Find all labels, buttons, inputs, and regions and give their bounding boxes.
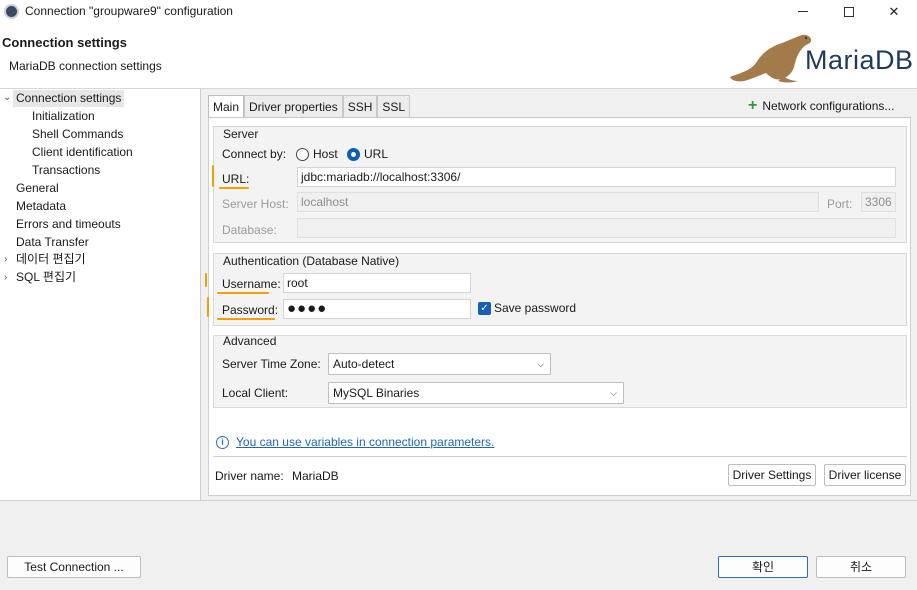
maximize-button[interactable] bbox=[826, 0, 872, 23]
driver-name-label: Driver name: bbox=[215, 469, 284, 483]
tree-item-sql-editor[interactable]: SQL 편집기 bbox=[16, 269, 76, 286]
port-label: Port: bbox=[827, 197, 853, 211]
url-input[interactable]: jdbc:mariadb://localhost:3306/ bbox=[297, 167, 896, 187]
window-title: Connection "groupware9" configuration bbox=[25, 4, 233, 18]
tree-item-metadata[interactable]: Metadata bbox=[16, 198, 66, 215]
server-time-zone-select[interactable]: Auto-detect ⌵ bbox=[328, 353, 551, 375]
url-radio[interactable] bbox=[347, 148, 360, 161]
annotation-mark bbox=[205, 273, 207, 287]
advanced-group-title: Advanced bbox=[223, 334, 277, 348]
local-client-label: Local Client: bbox=[222, 386, 289, 400]
password-input[interactable]: ●●●● bbox=[283, 299, 471, 319]
tree-item-errors-timeouts[interactable]: Errors and timeouts bbox=[16, 216, 121, 233]
close-icon: ✕ bbox=[888, 3, 900, 19]
divider bbox=[213, 456, 907, 457]
server-host-label: Server Host: bbox=[222, 197, 289, 211]
test-connection-button[interactable]: Test Connection ... bbox=[7, 556, 141, 578]
connect-by-label: Connect by: bbox=[222, 147, 287, 161]
app-icon bbox=[4, 4, 19, 19]
annotation-mark bbox=[207, 297, 209, 317]
tree-item-general[interactable]: General bbox=[16, 180, 59, 197]
annotation-underline bbox=[217, 318, 275, 320]
tab-driver-properties[interactable]: Driver properties bbox=[244, 95, 343, 117]
host-radio[interactable] bbox=[296, 148, 309, 161]
chevron-down-icon: ⌵ bbox=[537, 359, 544, 369]
tab-ssl[interactable]: SSL bbox=[377, 95, 411, 117]
chevron-down-icon[interactable]: ⌄ bbox=[3, 92, 11, 103]
maximize-icon bbox=[844, 6, 854, 17]
chevron-down-icon: ⌵ bbox=[610, 388, 617, 398]
tree-item-data-editor[interactable]: 데이터 편집기 bbox=[16, 251, 86, 268]
close-button[interactable]: ✕ bbox=[871, 0, 917, 23]
dialog-header: Connection settings MariaDB connection s… bbox=[0, 23, 917, 89]
server-time-zone-label: Server Time Zone: bbox=[222, 357, 321, 371]
plus-icon: + bbox=[748, 97, 758, 114]
password-label: Password: bbox=[222, 303, 279, 317]
driver-settings-button[interactable]: Driver Settings bbox=[728, 464, 816, 486]
local-client-select[interactable]: MySQL Binaries ⌵ bbox=[328, 382, 624, 404]
tree-item-initialization[interactable]: Initialization bbox=[32, 108, 95, 125]
network-configurations-button[interactable]: + Network configurations... bbox=[748, 97, 895, 114]
network-configurations-label: Network configurations... bbox=[762, 99, 895, 113]
logo-text: MariaDB bbox=[805, 45, 914, 75]
server-time-zone-value: Auto-detect bbox=[333, 357, 395, 371]
cancel-button[interactable]: 취소 bbox=[816, 556, 906, 578]
url-radio-label[interactable]: URL bbox=[364, 147, 388, 161]
local-client-value: MySQL Binaries bbox=[333, 386, 420, 400]
username-label: Username: bbox=[222, 277, 281, 291]
annotation-mark bbox=[212, 165, 214, 187]
tree-item-transactions[interactable]: Transactions bbox=[32, 162, 100, 179]
tree-item-data-transfer[interactable]: Data Transfer bbox=[16, 234, 89, 251]
tab-main[interactable]: Main bbox=[208, 95, 245, 119]
driver-name-value: MariaDB bbox=[292, 469, 339, 483]
annotation-underline bbox=[219, 187, 249, 189]
main-tab-panel: Server Connect by: Host URL URL: jdbc:ma… bbox=[205, 118, 911, 496]
tree-item-connection-settings[interactable]: Connection settings bbox=[13, 90, 125, 107]
url-label: URL: bbox=[222, 172, 250, 186]
username-input[interactable]: root bbox=[283, 273, 471, 293]
server-group-title: Server bbox=[223, 127, 259, 141]
info-icon: i bbox=[216, 436, 229, 449]
minimize-icon bbox=[798, 11, 808, 12]
authentication-group-title: Authentication (Database Native) bbox=[223, 254, 400, 268]
driver-license-button[interactable]: Driver license bbox=[824, 464, 906, 486]
settings-tree: ⌄ Connection settings Initialization She… bbox=[0, 89, 201, 500]
chevron-right-icon[interactable]: › bbox=[4, 254, 7, 265]
minimize-button[interactable] bbox=[780, 0, 826, 23]
variables-help-link[interactable]: You can use variables in connection para… bbox=[236, 435, 494, 449]
host-radio-label[interactable]: Host bbox=[313, 147, 338, 161]
save-password-label[interactable]: Save password bbox=[494, 301, 576, 315]
content-area: Main Driver properties SSH SSL + Network… bbox=[203, 89, 917, 500]
title-bar: Connection "groupware9" configuration ✕ bbox=[0, 0, 917, 23]
page-title: Connection settings bbox=[2, 35, 127, 50]
tab-ssh[interactable]: SSH bbox=[342, 95, 378, 117]
tree-item-client-identification[interactable]: Client identification bbox=[32, 144, 133, 161]
annotation-underline bbox=[217, 292, 269, 294]
database-input[interactable] bbox=[297, 218, 896, 238]
page-subtitle: MariaDB connection settings bbox=[9, 59, 162, 73]
chevron-right-icon[interactable]: › bbox=[4, 272, 7, 283]
ok-button[interactable]: 확인 bbox=[718, 556, 808, 578]
port-input[interactable]: 3306 bbox=[861, 192, 896, 212]
database-label: Database: bbox=[222, 223, 277, 237]
dialog-footer: Test Connection ... 확인 취소 bbox=[0, 500, 917, 590]
save-password-checkbox[interactable]: ✓ bbox=[478, 302, 491, 315]
tab-bar: Main Driver properties SSH SSL bbox=[208, 95, 411, 119]
server-host-input[interactable]: localhost bbox=[297, 192, 819, 212]
tree-item-shell-commands[interactable]: Shell Commands bbox=[32, 126, 123, 143]
